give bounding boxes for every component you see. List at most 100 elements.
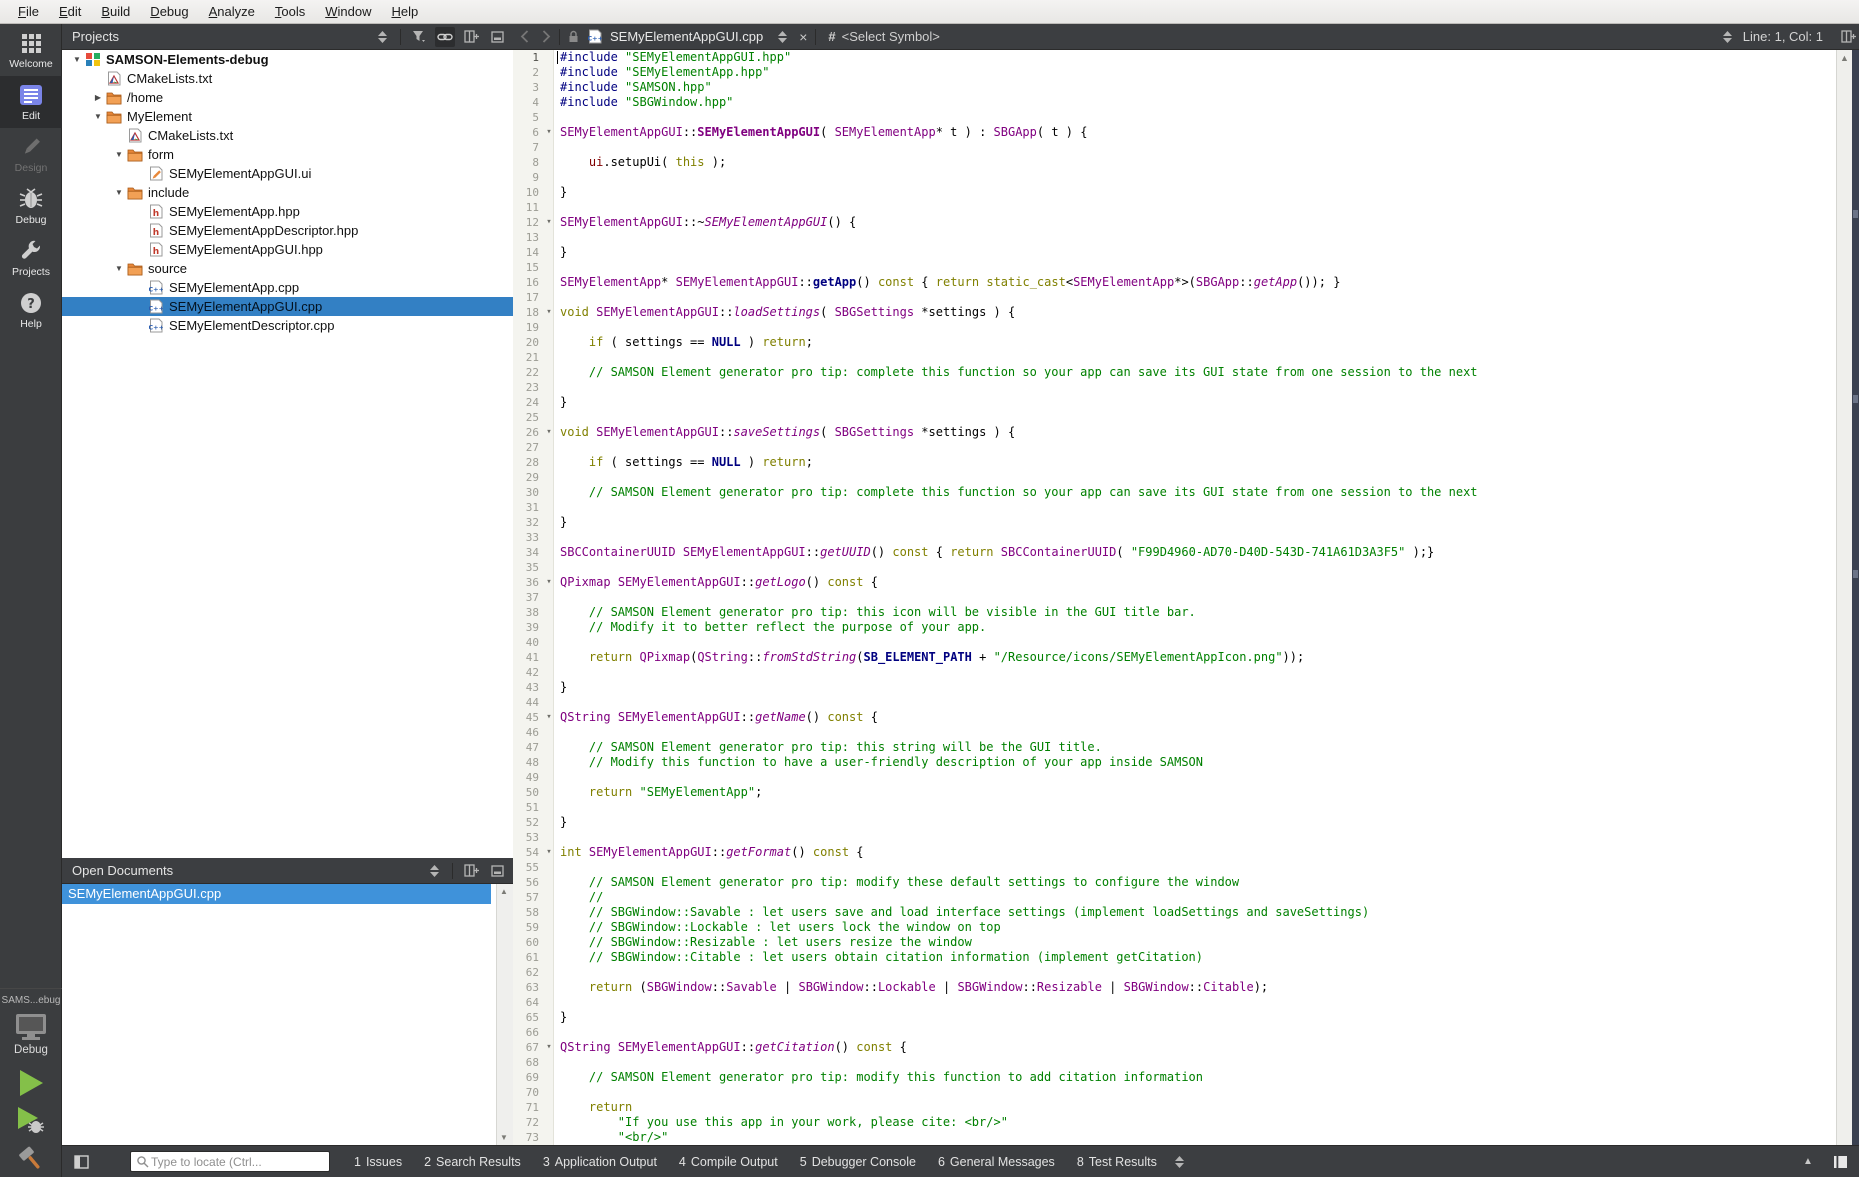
open-file-name[interactable]: SEMyElementAppGUI.cpp xyxy=(610,29,763,44)
output-pane-search-results[interactable]: 2Search Results xyxy=(424,1155,521,1169)
code-line[interactable]: 6▾SEMyElementAppGUI::SEMyElementAppGUI( … xyxy=(513,125,1833,140)
code-line[interactable]: 34SBCContainerUUID SEMyElementAppGUI::ge… xyxy=(513,545,1833,560)
code-line[interactable]: 21 xyxy=(513,350,1833,365)
code-line[interactable]: 22 // SAMSON Element generator pro tip: … xyxy=(513,365,1833,380)
menu-help[interactable]: Help xyxy=(381,0,428,23)
code-line[interactable]: 63 return (SBGWindow::Savable | SBGWindo… xyxy=(513,980,1833,995)
select-symbol-dropdown[interactable]: <Select Symbol> xyxy=(842,29,940,44)
expander-icon[interactable]: ▼ xyxy=(70,55,84,64)
output-pane-general-messages[interactable]: 6General Messages xyxy=(938,1155,1055,1169)
expander-icon[interactable]: ▼ xyxy=(91,112,105,121)
mode-projects[interactable]: Projects xyxy=(0,232,62,284)
tree-item-myelement[interactable]: ▼MyElement xyxy=(62,107,513,126)
code-editor[interactable]: 1#include "SEMyElementAppGUI.hpp"2#inclu… xyxy=(513,50,1859,1145)
tree-item-semyelementappgui-cpp[interactable]: C++SEMyElementAppGUI.cpp xyxy=(62,297,513,316)
code-line[interactable]: 28 if ( settings == NULL ) return; xyxy=(513,455,1833,470)
tree-item-cmakelists-txt[interactable]: CMakeLists.txt xyxy=(62,69,513,88)
menu-debug[interactable]: Debug xyxy=(140,0,198,23)
locate-input[interactable] xyxy=(149,1154,318,1170)
scroll-down-icon[interactable]: ▼ xyxy=(500,1133,508,1142)
code-line[interactable]: 68 xyxy=(513,1055,1833,1070)
code-line[interactable]: 36▾QPixmap SEMyElementAppGUI::getLogo() … xyxy=(513,575,1833,590)
code-line[interactable]: 3#include "SAMSON.hpp" xyxy=(513,80,1833,95)
split-panel-icon[interactable] xyxy=(461,27,481,47)
fold-marker-icon[interactable]: ▾ xyxy=(542,1040,556,1055)
code-line[interactable]: 39 // Modify it to better reflect the pu… xyxy=(513,620,1833,635)
expander-icon[interactable]: ▼ xyxy=(112,188,126,197)
code-line[interactable]: 58 // SBGWindow::Savable : let users sav… xyxy=(513,905,1833,920)
debug-run-button[interactable] xyxy=(0,1102,62,1140)
open-document-item[interactable]: SEMyElementAppGUI.cpp xyxy=(62,884,491,904)
tree-item-include[interactable]: ▼include xyxy=(62,183,513,202)
code-line[interactable]: 11 xyxy=(513,200,1833,215)
mode-edit[interactable]: Edit xyxy=(0,76,62,128)
code-line[interactable]: 70 xyxy=(513,1085,1833,1100)
code-line[interactable]: 35 xyxy=(513,560,1833,575)
code-line[interactable]: 48 // Modify this function to have a use… xyxy=(513,755,1833,770)
expander-icon[interactable]: ▼ xyxy=(112,150,126,159)
tree-item-cmakelists-txt[interactable]: CMakeLists.txt xyxy=(62,126,513,145)
code-line[interactable]: 23 xyxy=(513,380,1833,395)
code-line[interactable]: 4#include "SBGWindow.hpp" xyxy=(513,95,1833,110)
mode-welcome[interactable]: Welcome xyxy=(0,24,62,76)
menu-window[interactable]: Window xyxy=(315,0,381,23)
code-line[interactable]: 7 xyxy=(513,140,1833,155)
go-forward-icon[interactable] xyxy=(535,26,557,48)
code-line[interactable]: 29 xyxy=(513,470,1833,485)
code-line[interactable]: 26▾void SEMyElementAppGUI::saveSettings(… xyxy=(513,425,1833,440)
mode-help[interactable]: ?Help xyxy=(0,284,62,336)
code-line[interactable]: 25 xyxy=(513,410,1833,425)
code-line[interactable]: 14} xyxy=(513,245,1833,260)
output-pane-switch-icon[interactable] xyxy=(1167,1150,1193,1174)
fold-marker-icon[interactable]: ▾ xyxy=(542,845,556,860)
tree-item-semyelementappgui-ui[interactable]: SEMyElementAppGUI.ui xyxy=(62,164,513,183)
tree-item-semyelementappdescriptor-hpp[interactable]: hSEMyElementAppDescriptor.hpp xyxy=(62,221,513,240)
mode-debug[interactable]: Debug xyxy=(0,180,62,232)
scroll-up-icon[interactable]: ▲ xyxy=(500,887,508,896)
go-back-icon[interactable] xyxy=(513,26,535,48)
code-line[interactable]: 8 ui.setupUi( this ); xyxy=(513,155,1833,170)
code-line[interactable]: 19 xyxy=(513,320,1833,335)
code-line[interactable]: 33 xyxy=(513,530,1833,545)
output-pane-test-results[interactable]: 8Test Results xyxy=(1077,1155,1157,1169)
scroll-up-icon[interactable]: ▲ xyxy=(1840,53,1849,63)
output-pane-issues[interactable]: 1Issues xyxy=(354,1155,402,1169)
code-line[interactable]: 10} xyxy=(513,185,1833,200)
code-line[interactable]: 53 xyxy=(513,830,1833,845)
code-line[interactable]: 40 xyxy=(513,635,1833,650)
code-line[interactable]: 18▾void SEMyElementAppGUI::loadSettings(… xyxy=(513,305,1833,320)
build-button[interactable] xyxy=(0,1140,62,1177)
editor-scrollbar[interactable]: ▲ xyxy=(1836,50,1852,1145)
code-line[interactable]: 1#include "SEMyElementAppGUI.hpp" xyxy=(513,50,1833,65)
menu-edit[interactable]: Edit xyxy=(49,0,91,23)
fold-marker-icon[interactable]: ▾ xyxy=(542,215,556,230)
tree-item-semyelementapp-hpp[interactable]: hSEMyElementApp.hpp xyxy=(62,202,513,221)
menu-analyze[interactable]: Analyze xyxy=(199,0,265,23)
code-line[interactable]: 44 xyxy=(513,695,1833,710)
document-switch-icon[interactable] xyxy=(771,26,793,48)
tree-item-source[interactable]: ▼source xyxy=(62,259,513,278)
code-line[interactable]: 15 xyxy=(513,260,1833,275)
code-line[interactable]: 32} xyxy=(513,515,1833,530)
fold-marker-icon[interactable]: ▾ xyxy=(542,710,556,725)
run-button[interactable] xyxy=(0,1064,62,1102)
code-line[interactable]: 42 xyxy=(513,665,1833,680)
code-line[interactable]: 51 xyxy=(513,800,1833,815)
code-line[interactable]: 65} xyxy=(513,1010,1833,1025)
code-line[interactable]: 16SEMyElementApp* SEMyElementAppGUI::get… xyxy=(513,275,1833,290)
code-line[interactable]: 55 xyxy=(513,860,1833,875)
code-line[interactable]: 17 xyxy=(513,290,1833,305)
code-line[interactable]: 31 xyxy=(513,500,1833,515)
code-line[interactable]: 62 xyxy=(513,965,1833,980)
tree-item--home[interactable]: ▶/home xyxy=(62,88,513,107)
fold-marker-icon[interactable]: ▾ xyxy=(542,305,556,320)
fold-marker-icon[interactable]: ▾ xyxy=(542,125,556,140)
maximize-output-icon[interactable]: ▲ xyxy=(1795,1150,1821,1174)
code-line[interactable]: 12▾SEMyElementAppGUI::~SEMyElementAppGUI… xyxy=(513,215,1833,230)
code-line[interactable]: 38 // SAMSON Element generator pro tip: … xyxy=(513,605,1833,620)
code-line[interactable]: 73 "<br/>" xyxy=(513,1130,1833,1145)
panel-switch-icon[interactable] xyxy=(424,861,444,881)
fold-marker-icon[interactable]: ▾ xyxy=(542,425,556,440)
code-line[interactable]: 5 xyxy=(513,110,1833,125)
output-pane-application-output[interactable]: 3Application Output xyxy=(543,1155,657,1169)
